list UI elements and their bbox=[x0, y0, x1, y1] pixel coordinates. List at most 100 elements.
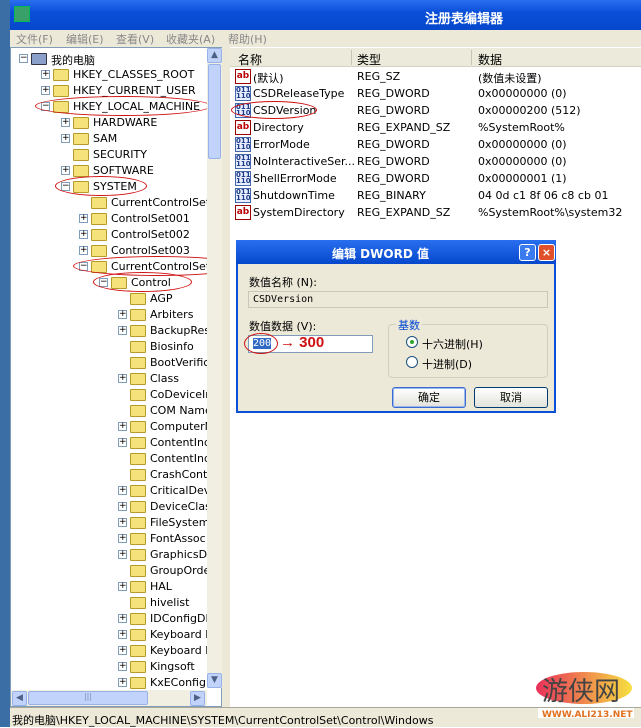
expand-icon[interactable]: + bbox=[118, 646, 127, 655]
tree-item[interactable]: + Keyboard La bbox=[11, 627, 218, 643]
menu-file[interactable]: 文件(F) bbox=[16, 31, 53, 47]
key-tree[interactable]: − 我的电脑 + HKEY_CLASSES_ROOT + HKEY_CURRENT_USE… bbox=[10, 47, 222, 707]
scroll-right-button[interactable]: ▶ bbox=[190, 691, 205, 706]
collapse-icon[interactable]: − bbox=[19, 54, 28, 63]
expand-icon[interactable]: + bbox=[118, 326, 127, 335]
expand-icon[interactable]: + bbox=[118, 518, 127, 527]
tree-item[interactable]: + HKEY_CLASSES_ROOT bbox=[11, 67, 211, 83]
expand-icon[interactable]: + bbox=[118, 310, 127, 319]
expand-icon[interactable]: + bbox=[118, 678, 127, 687]
expand-icon[interactable]: + bbox=[118, 534, 127, 543]
radio-decimal[interactable] bbox=[406, 356, 418, 368]
dialog-title-bar[interactable]: 编辑 DWORD 值 ? × bbox=[236, 240, 556, 264]
tree-item[interactable]: BootVerifica bbox=[11, 355, 216, 371]
tree-item[interactable]: + ControlSet002 bbox=[11, 227, 211, 243]
tree-item[interactable]: + Kingsoft bbox=[11, 659, 211, 675]
expand-icon[interactable]: + bbox=[118, 486, 127, 495]
tree-item[interactable]: + GraphicsDriv bbox=[11, 547, 221, 563]
tree-item[interactable]: + BackupResto bbox=[11, 323, 221, 339]
tree-item-label: SAM bbox=[93, 132, 118, 145]
menu-favorites[interactable]: 收藏夹(A) bbox=[166, 31, 215, 47]
tree-item[interactable]: + HAL bbox=[11, 579, 211, 595]
vertical-scroll-thumb[interactable] bbox=[208, 64, 221, 159]
expand-icon[interactable]: + bbox=[118, 614, 127, 623]
expand-icon[interactable]: + bbox=[79, 246, 88, 255]
column-divider[interactable] bbox=[471, 50, 472, 65]
tree-item[interactable]: + DeviceClass bbox=[11, 499, 217, 515]
tree-item[interactable]: + ComputerNa bbox=[11, 419, 220, 435]
radio-decimal-label[interactable]: 十进制(D) bbox=[422, 356, 472, 372]
tree-item[interactable]: + Class bbox=[11, 371, 211, 387]
tree-item[interactable]: − HKEY_LOCAL_MACHINE bbox=[11, 96, 211, 116]
expand-icon[interactable]: + bbox=[79, 230, 88, 239]
scroll-up-button[interactable]: ▲ bbox=[207, 48, 222, 63]
tree-item[interactable]: + ContentInde bbox=[11, 435, 218, 451]
expand-icon[interactable]: + bbox=[118, 374, 127, 383]
expand-icon[interactable]: + bbox=[61, 118, 70, 127]
close-button[interactable]: × bbox=[538, 244, 555, 261]
tree-item[interactable]: + KxEConfig bbox=[11, 675, 211, 691]
expand-icon[interactable]: + bbox=[41, 70, 50, 79]
value-row[interactable]: ab SystemDirectory REG_EXPAND_SZ %SystemRoo… bbox=[235, 204, 635, 221]
expand-icon[interactable]: + bbox=[118, 662, 127, 671]
tree-item[interactable]: CurrentControlSet bbox=[11, 195, 211, 211]
column-divider[interactable] bbox=[351, 50, 352, 65]
tree-item[interactable]: − Control bbox=[11, 272, 211, 292]
tree-item[interactable]: − 我的电脑 bbox=[11, 51, 211, 67]
tree-item[interactable]: CrashContro bbox=[11, 467, 218, 483]
tree-item[interactable]: SECURITY bbox=[11, 147, 211, 163]
menu-view[interactable]: 查看(V) bbox=[116, 31, 154, 47]
tree-item[interactable]: − CurrentControlSet bbox=[11, 256, 221, 276]
value-row[interactable]: ab Directory REG_EXPAND_SZ %SystemRoot% bbox=[235, 119, 635, 136]
expand-icon[interactable]: + bbox=[41, 86, 50, 95]
tree-item[interactable]: + HARDWARE bbox=[11, 115, 211, 131]
pane-splitter[interactable] bbox=[222, 47, 230, 707]
expand-icon[interactable]: + bbox=[61, 166, 70, 175]
expand-icon[interactable]: + bbox=[79, 214, 88, 223]
tree-item[interactable]: CoDeviceIns bbox=[11, 387, 218, 403]
value-row[interactable]: 011 110 CSDReleaseType REG_DWORD 0x00000000… bbox=[235, 85, 635, 102]
tree-item[interactable]: AGP bbox=[11, 291, 211, 307]
tree-item[interactable]: hivelist bbox=[11, 595, 211, 611]
help-button[interactable]: ? bbox=[519, 244, 536, 261]
value-row[interactable]: 011 110 ShutdownTime REG_BINARY 04 0d c1 8f… bbox=[235, 187, 635, 204]
column-header-type[interactable]: 类型 bbox=[357, 51, 381, 68]
tree-item[interactable]: COM Name A bbox=[11, 403, 221, 419]
tree-item[interactable]: + Arbiters bbox=[11, 307, 211, 323]
scroll-down-button[interactable]: ▼ bbox=[207, 673, 222, 688]
tree-item[interactable]: + FontAssoc bbox=[11, 531, 211, 547]
radio-hex[interactable] bbox=[406, 336, 418, 348]
value-row[interactable]: 011 110 ErrorMode REG_DWORD 0x00000000 (0) bbox=[235, 136, 635, 153]
tree-item[interactable]: + FileSystem bbox=[11, 515, 211, 531]
expand-icon[interactable]: + bbox=[118, 422, 127, 431]
expand-icon[interactable]: + bbox=[61, 134, 70, 143]
menu-help[interactable]: 帮助(H) bbox=[228, 31, 267, 47]
expand-icon[interactable]: + bbox=[118, 502, 127, 511]
column-header-name[interactable]: 名称 bbox=[238, 51, 262, 68]
expand-icon[interactable]: + bbox=[118, 550, 127, 559]
value-row[interactable]: 011 110 NoInteractiveSer... REG_DWORD 0x000… bbox=[235, 153, 635, 170]
ok-button[interactable]: 确定 bbox=[392, 387, 466, 408]
tree-item[interactable]: Biosinfo bbox=[11, 339, 211, 355]
cancel-button[interactable]: 取消 bbox=[474, 387, 548, 408]
tree-item[interactable]: − SYSTEM bbox=[11, 176, 211, 196]
scroll-left-button[interactable]: ◀ bbox=[12, 691, 27, 706]
value-row[interactable]: 011 110 ShellErrorMode REG_DWORD 0x00000001… bbox=[235, 170, 635, 187]
tree-item[interactable]: + ControlSet001 bbox=[11, 211, 211, 227]
title-bar[interactable]: 注册表编辑器 bbox=[10, 0, 641, 30]
tree-item[interactable]: + IDConfigDB bbox=[11, 611, 213, 627]
radio-hex-label[interactable]: 十六进制(H) bbox=[422, 336, 483, 352]
column-header-data[interactable]: 数据 bbox=[478, 51, 502, 68]
value-row[interactable]: 011 110 CSDVersion REG_DWORD 0x00000200 (51… bbox=[231, 101, 635, 119]
tree-item[interactable]: GroupOrder bbox=[11, 563, 215, 579]
horizontal-scroll-thumb[interactable]: ||| bbox=[28, 691, 148, 705]
tree-item[interactable]: + CriticalDevic bbox=[11, 483, 219, 499]
expand-icon[interactable]: + bbox=[118, 630, 127, 639]
value-row[interactable]: ab (默认) REG_SZ (数值未设置) bbox=[235, 68, 635, 85]
tree-item[interactable]: + Keyboard La bbox=[11, 643, 218, 659]
tree-item[interactable]: + SAM bbox=[11, 131, 211, 147]
tree-item[interactable]: ContentInde bbox=[11, 451, 218, 467]
expand-icon[interactable]: + bbox=[118, 582, 127, 591]
expand-icon[interactable]: + bbox=[118, 438, 127, 447]
menu-edit[interactable]: 编辑(E) bbox=[66, 31, 104, 47]
